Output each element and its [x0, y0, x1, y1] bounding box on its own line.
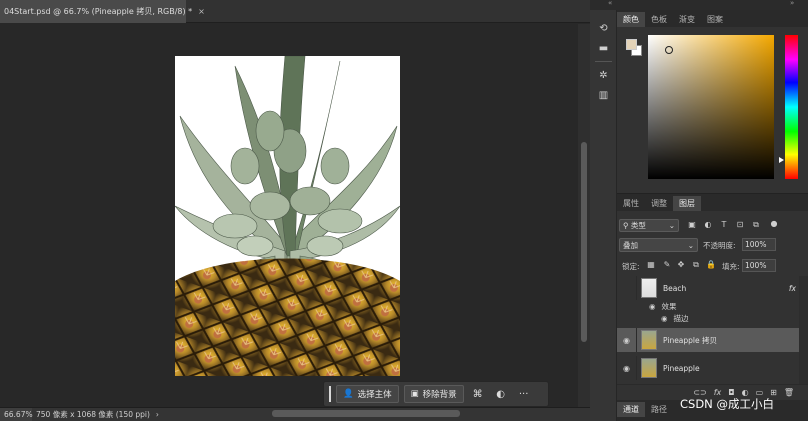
lock-all-icon[interactable]: 🔒: [706, 260, 716, 270]
layer-thumbnail: [641, 358, 657, 378]
close-icon[interactable]: ×: [198, 7, 205, 16]
remove-background-button[interactable]: ▣ 移除背景: [403, 385, 464, 403]
layer-thumbnail: [641, 330, 657, 350]
hue-slider[interactable]: [785, 35, 798, 179]
filter-kind: 类型: [630, 221, 646, 230]
document-tab[interactable]: 04Start.psd @ 66.7% (Pineapple 拷贝, RGB/8…: [0, 0, 205, 23]
fill-field[interactable]: 100%: [742, 259, 776, 272]
color-picker-field[interactable]: [648, 35, 774, 179]
divider: [595, 61, 612, 62]
blend-mode-value: 叠加: [623, 240, 638, 250]
hue-slider-marker[interactable]: [779, 157, 784, 163]
select-subject-label: 选择主体: [357, 390, 392, 400]
comment-icon[interactable]: ▬: [590, 38, 617, 58]
eye-icon[interactable]: ◉: [649, 302, 656, 311]
foreground-color-swatch[interactable]: [626, 39, 637, 50]
person-icon: 👤: [343, 389, 354, 399]
vertical-scroll-thumb[interactable]: [581, 142, 587, 342]
contextual-task-bar: 👤 选择主体 ▣ 移除背景 ⌘ ◐ ···: [323, 381, 549, 407]
layer-row-beach[interactable]: Beach fx: [617, 276, 800, 300]
horizontal-scroll-thumb[interactable]: [272, 410, 460, 417]
eye-icon[interactable]: ◉: [617, 356, 637, 380]
collapse-arrows-icon[interactable]: «: [608, 0, 612, 7]
lock-transparent-icon[interactable]: ▦: [646, 260, 656, 270]
fill-label: 填充:: [722, 262, 740, 271]
layer-name: Pineapple 拷贝: [663, 335, 718, 345]
chevron-down-icon: ⌄: [668, 221, 675, 230]
layer-thumbnail: [641, 278, 657, 298]
tab-color[interactable]: 颜色: [617, 12, 645, 27]
trash-icon[interactable]: 🗑: [784, 388, 794, 397]
expand-arrows-icon[interactable]: »: [790, 0, 794, 7]
tab-gradients[interactable]: 渐变: [673, 12, 701, 27]
visibility-toggle-off[interactable]: [617, 276, 637, 300]
filter-toggle-icon[interactable]: ●: [769, 219, 779, 229]
zoom-level[interactable]: 66.67%: [0, 408, 33, 421]
lock-image-icon[interactable]: ✎: [662, 260, 672, 270]
chevron-down-icon: ⌄: [687, 240, 694, 250]
select-subject-button[interactable]: 👤 选择主体: [336, 385, 399, 403]
layers-scrollbar[interactable]: [799, 276, 808, 384]
transform-icon[interactable]: ⌘: [469, 385, 487, 403]
opacity-label: 不透明度:: [703, 241, 736, 250]
drag-handle[interactable]: [329, 386, 331, 402]
brush-settings-icon[interactable]: ✲: [590, 65, 617, 85]
adjustment-icon[interactable]: ◐: [492, 385, 510, 403]
tab-layers[interactable]: 图层: [673, 196, 701, 211]
layer-name: Beach: [663, 283, 687, 293]
dock-collapse-bar[interactable]: « »: [590, 0, 808, 10]
watermark: CSDN @成工小白: [680, 397, 774, 411]
filter-smart-object-icon[interactable]: ⧉: [751, 220, 761, 230]
tab-paths[interactable]: 路径: [645, 402, 673, 417]
layer-row-pineapple[interactable]: ◉ Pineapple: [617, 356, 800, 380]
canvas-area[interactable]: [0, 24, 578, 407]
document-tab-bar: 04Start.psd @ 66.7% (Pineapple 拷贝, RGB/8…: [0, 0, 590, 23]
panel-icon-strip: ⟲ ▬ ✲ ▥: [590, 10, 617, 421]
layer-row-pineapple-copy[interactable]: ◉ Pineapple 拷贝: [617, 328, 800, 352]
pineapple-image[interactable]: [175, 56, 400, 376]
stroke-label: 描边: [673, 314, 689, 323]
blend-mode-select[interactable]: 叠加 ⌄: [619, 238, 698, 252]
histogram-icon[interactable]: ▥: [590, 85, 617, 105]
history-icon[interactable]: ⟲: [590, 18, 617, 38]
filter-shape-icon[interactable]: ⊡: [735, 220, 745, 230]
fx-icon[interactable]: fx: [789, 284, 796, 293]
lock-artboard-icon[interactable]: ⧉: [691, 260, 701, 270]
remove-background-label: 移除背景: [422, 390, 457, 400]
more-options-button[interactable]: ···: [515, 385, 533, 403]
layers-panel-tabs: 属性 调整 图层: [617, 194, 808, 211]
document-tab-title: 04Start.psd @ 66.7% (Pineapple 拷贝, RGB/8…: [4, 7, 193, 16]
lock-label: 锁定:: [622, 262, 640, 271]
document-info: 750 像素 x 1068 像素 (150 ppi): [36, 410, 150, 419]
layer-name: Pineapple: [663, 363, 700, 373]
lock-position-icon[interactable]: ✥: [676, 260, 686, 270]
color-panel-tabs: 颜色 色板 渐变 图案: [617, 10, 808, 27]
tab-swatches[interactable]: 色板: [645, 12, 673, 27]
color-picker-cursor[interactable]: [665, 46, 673, 54]
layer-effect-stroke-row[interactable]: ◉ 描边: [617, 312, 800, 325]
image-icon: ▣: [410, 389, 419, 399]
tab-properties[interactable]: 属性: [617, 196, 645, 211]
search-icon: ⚲: [623, 221, 631, 230]
eye-icon[interactable]: ◉: [617, 328, 637, 352]
tab-adjustments[interactable]: 调整: [645, 196, 673, 211]
effects-label: 效果: [661, 302, 677, 311]
opacity-field[interactable]: 100%: [742, 238, 776, 251]
layer-filter-select[interactable]: ⚲ 类型 ⌄: [619, 219, 679, 232]
filter-pixel-icon[interactable]: ▣: [687, 220, 697, 230]
tab-patterns[interactable]: 图案: [701, 12, 729, 27]
eye-icon[interactable]: ◉: [661, 314, 668, 323]
tab-channels[interactable]: 通道: [617, 402, 645, 417]
status-menu-arrow[interactable]: ›: [150, 410, 159, 419]
filter-type-icon[interactable]: T: [719, 220, 729, 230]
filter-adjustment-icon[interactable]: ◐: [703, 220, 713, 230]
